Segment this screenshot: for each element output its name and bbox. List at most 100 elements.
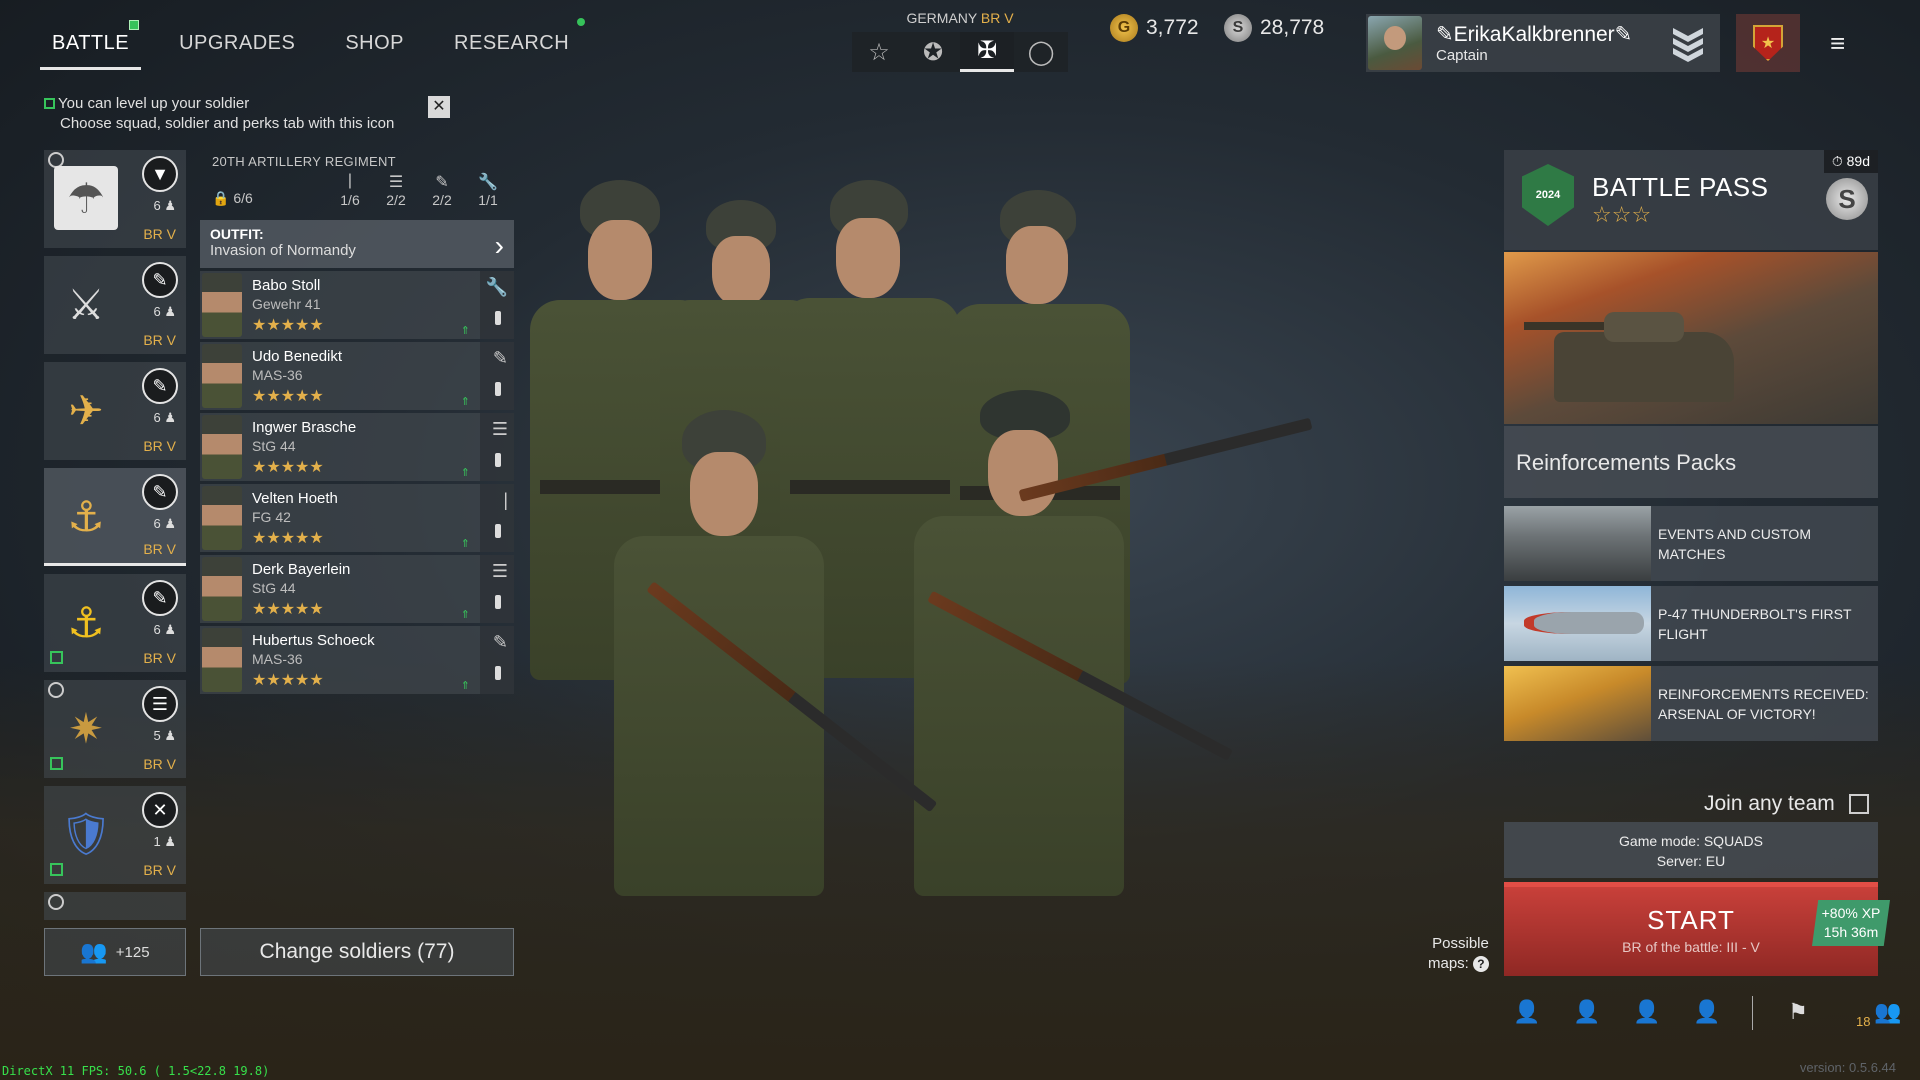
notification-dot-icon [577,18,586,26]
event-thumbnail [1504,586,1651,661]
join-any-team-label: Join any team [1704,792,1835,815]
soldier-figure [600,410,840,950]
main-menu-button[interactable]: ≡ [1830,30,1860,56]
ammo-icon [495,453,501,467]
event-card[interactable]: P-47 THUNDERBOLT'S FIRST FLIGHT [1504,586,1878,661]
event-thumbnail [1504,666,1651,741]
join-any-team-checkbox[interactable] [1848,794,1869,814]
soldier-portrait [202,486,242,550]
squad-invite-row: 👤 👤 👤 👤 ⚑ 👥 [1512,996,1903,1030]
reinforce-squads-button[interactable]: 👥 +125 [44,928,186,976]
silver-currency[interactable]: S 28,778 [1224,14,1324,42]
invite-player-icon[interactable]: 👤 [1572,999,1602,1027]
tab-research[interactable]: RESEARCH [442,18,586,70]
friends-icon[interactable]: 👥 [1873,999,1903,1027]
anchor-emblem-icon: ⚓ [67,492,105,540]
soldier-row[interactable]: Hubertus Schoeck MAS-36 ★★★★★ ⇑ ✎ [200,626,514,694]
event-card[interactable]: EVENTS AND CUSTOM MATCHES [1504,506,1878,581]
soldier-portrait [202,557,242,621]
squad-card-navy[interactable]: ⚓ ✎ 6 ♟ BR V [44,574,186,672]
level-up-badge-icon [50,863,63,876]
invite-player-icon[interactable]: 👤 [1692,999,1722,1027]
event-card[interactable]: REINFORCEMENTS RECEIVED: ARSENAL OF VICT… [1504,666,1878,741]
nation-label: GERMANY BR V [906,10,1014,26]
silver-amount: 28,778 [1260,16,1325,39]
achievements-button[interactable]: ★ [1736,14,1800,72]
gold-currency[interactable]: G 3,772 [1110,14,1199,42]
soldier-portrait [202,344,242,408]
soldier-row[interactable]: Velten Hoeth FG 42 ★★★★★ ⇑ | [200,484,514,552]
hint-line-2: Choose squad, soldier and perks tab with… [60,115,395,132]
squad-br: BR V [143,332,176,348]
soldier-name: Udo Benedikt [252,348,343,365]
battle-pass-stars: ☆☆☆ [1592,202,1652,227]
tab-battle[interactable]: BATTLE [40,20,142,70]
squad-card-partial[interactable] [44,892,186,920]
nation-usa-button[interactable]: ☆ [852,32,906,72]
wrench-slot-icon: 🔧 [478,174,498,191]
close-hint-button[interactable]: ✕ [428,96,450,118]
tab-upgrades[interactable]: UPGRADES [167,22,307,70]
profile-text: ✎ErikaKalkbrenner✎ Captain [1422,22,1632,64]
squad-br: BR V [143,226,176,242]
soldier-portrait [202,628,242,692]
squad-card-aviation[interactable]: ✈ ✎ 6 ♟ BR V [44,362,186,460]
soldier-name: Ingwer Brasche [252,419,357,436]
change-soldiers-button[interactable]: Change soldiers (77) [200,928,514,976]
squad-card-paratroopers[interactable]: ☂ ▼ 6 ♟ BR V [44,150,186,248]
battle-pass-banner-image[interactable] [1504,252,1878,424]
invite-player-icon[interactable]: 👤 [1632,999,1662,1027]
gold-coin-icon: G [1110,14,1138,42]
player-profile[interactable]: ✎ErikaKalkbrenner✎ Captain [1366,14,1720,72]
help-icon[interactable]: ? [1472,956,1489,972]
radio-slot-icon: ✎ [435,174,449,191]
soldier-name: Velten Hoeth [252,490,338,507]
nation-japan-button[interactable]: ◯ [1014,32,1068,72]
squad-br: BR V [143,650,176,666]
soldier-row[interactable]: Ingwer Brasche StG 44 ★★★★★ ⇑ ☰ [200,413,514,481]
possible-maps[interactable]: Possible maps:? [1428,934,1489,974]
slot-total: 🔒 6/6 [212,190,253,206]
chevron-right-icon: › [494,230,504,261]
level-up-hint: You can level up your soldier Choose squ… [44,94,394,134]
squad-card-mortar[interactable]: ✷ ☰ 5 ♟ BR V [44,680,186,778]
wings-emblem-icon: ✈ [68,386,104,434]
ammo-icon [495,311,501,325]
radio-role-icon: ✎ [492,632,508,652]
griffin-shield-emblem-icon: 🛡 [59,809,113,857]
soldier-row[interactable]: Babo Stoll Gewehr 41 ★★★★★ ⇑ 🔧 [200,271,514,339]
join-any-team-toggle[interactable]: Join any team [1704,792,1869,816]
game-mode-info[interactable]: Game mode: SQUADS Server: EU [1504,822,1878,878]
squad-card-artillery[interactable]: ⚓ ✎ 6 ♟ BR V [44,468,186,566]
squad-count: 6 ♟ [153,198,177,213]
level-up-badge-icon [129,20,140,30]
pin-icon [48,894,64,910]
tab-shop[interactable]: SHOP [333,22,416,70]
regiment-name: 20TH ARTILLERY REGIMENT [212,154,396,169]
level-up-badge-icon [50,651,63,664]
reinforcements-packs-button[interactable]: Reinforcements Packs [1504,426,1878,498]
squad-detail-panel: 20TH ARTILLERY REGIMENT 🔒 6/6 | 1/6 ☰ 2/2 … [200,148,514,694]
tab-label: UPGRADES [179,32,296,54]
slot-engineer: 🔧 1/1 [470,172,506,212]
flag-icon[interactable]: ⚑ [1783,999,1813,1027]
outfit-selector[interactable]: OUTFIT: Invasion of Normandy › [200,220,514,268]
nation-ussr-button[interactable]: ✪ [906,32,960,72]
squad-card-engineers[interactable]: 🛡 ✕ 1 ♟ BR V [44,786,186,884]
squad-card-assault[interactable]: ⚔ ✎ 6 ♟ BR V [44,256,186,354]
invite-player-icon[interactable]: 👤 [1512,999,1542,1027]
squad-class-icon: ☰ [142,686,178,722]
event-thumbnail [1504,506,1651,581]
squad-soldiers-illustration [500,150,1500,1050]
soldier-row[interactable]: Udo Benedikt MAS-36 ★★★★★ ⇑ ✎ [200,342,514,410]
magazine-role-icon: ☰ [491,561,508,581]
squad-slots: 🔒 6/6 | 1/6 ☰ 2/2 ✎ 2/2 🔧 1/1 [200,172,514,212]
tab-label: BATTLE [52,32,130,54]
nation-germany-button[interactable]: ✠ [960,32,1014,72]
soldier-row[interactable]: Derk Bayerlein StG 44 ★★★★★ ⇑ ☰ [200,555,514,623]
squad-count: 6 ♟ [153,410,177,425]
nation-br: BR V [980,10,1014,26]
slot-group: | 1/6 ☰ 2/2 ✎ 2/2 🔧 1/1 [332,172,506,212]
parachute-emblem-icon: ☂ [54,166,118,230]
battle-pass-card[interactable]: 2024 BATTLE PASS ☆☆☆ ⏱ 89d S [1504,150,1878,250]
